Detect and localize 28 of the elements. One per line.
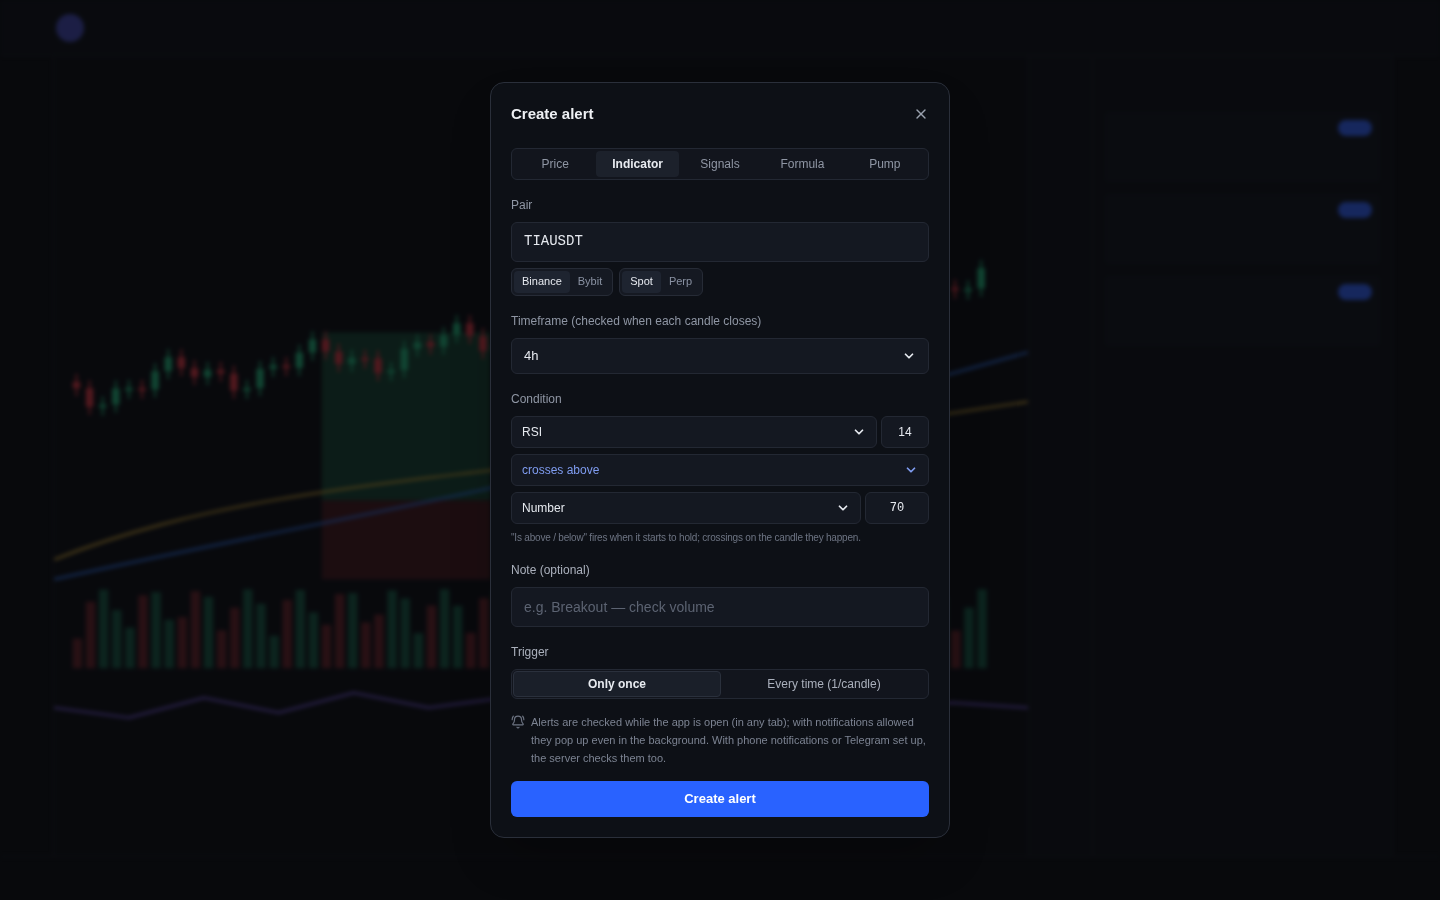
field-label: Pair	[511, 196, 534, 214]
segment-option[interactable]: Bybit	[569, 270, 611, 293]
target-value-input[interactable]: 70	[865, 491, 929, 524]
note-input[interactable]: e.g. Breakout — check volume	[511, 586, 929, 627]
trigger-option[interactable]: Every time (1/candle)	[721, 670, 927, 697]
timeframe-select[interactable]: 4h	[511, 337, 929, 374]
target-select[interactable]: Number	[511, 491, 861, 524]
segment-option[interactable]: Binance	[514, 270, 570, 293]
tab[interactable]: Price	[514, 150, 597, 177]
create-alert-button[interactable]: Create alert	[511, 780, 929, 817]
indicator-select[interactable]: RSI	[511, 415, 877, 448]
tab[interactable]: Pump	[843, 150, 927, 177]
condition-hint: "Is above / below" fires when it starts to hold; crossings on the candle they happen.	[511, 530, 862, 545]
tab[interactable]: Indicator	[596, 150, 679, 177]
operator-select[interactable]: crosses above	[511, 453, 929, 486]
tab[interactable]: Formula	[761, 150, 844, 177]
dialog-title: Create alert	[511, 104, 594, 124]
field-label: Condition	[511, 390, 563, 408]
field-label: Timeframe (checked when each candle closes)	[511, 312, 763, 330]
field-label: Trigger	[511, 643, 550, 661]
pair-input[interactable]: TIAUSDT	[511, 221, 929, 262]
segment-option[interactable]: Spot	[622, 270, 661, 293]
info-text: Alerts are checked while the app is open (in any tab); with notifications allowed they pop up even in the background. With phone notifications or Telegram set up, the server checks them too.	[531, 714, 927, 766]
trigger-option[interactable]: Only once	[513, 670, 721, 697]
field-label: Note (optional)	[511, 561, 591, 579]
period-input[interactable]: 14	[881, 415, 929, 448]
segment-option[interactable]: Perp	[660, 270, 701, 293]
tab[interactable]: Signals	[678, 150, 762, 177]
